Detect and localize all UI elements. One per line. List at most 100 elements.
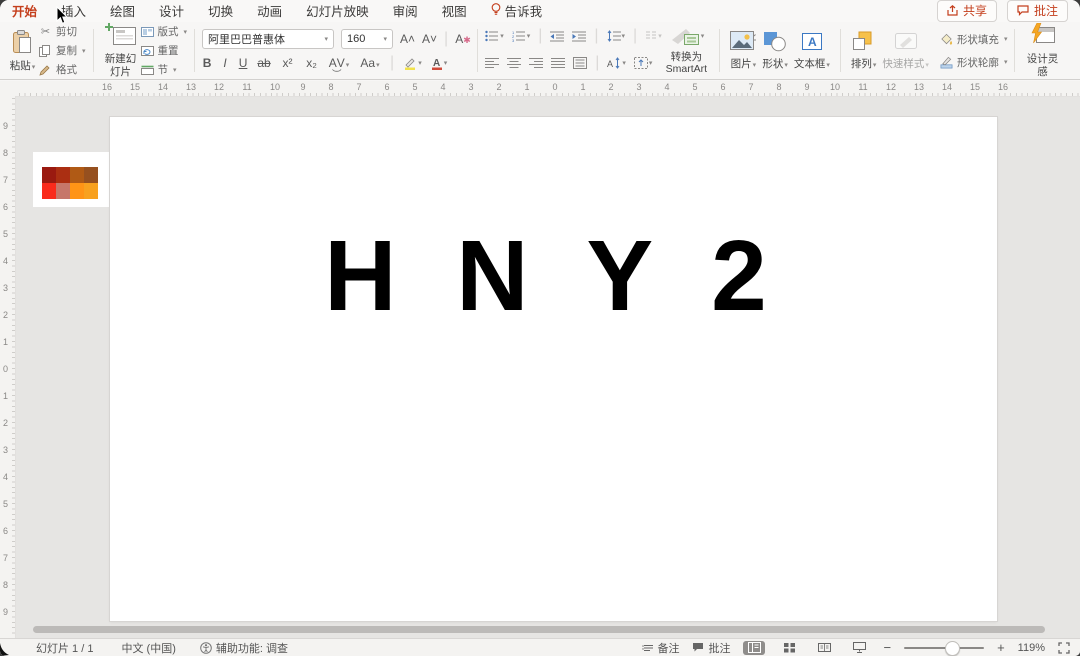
increase-indent-button[interactable] xyxy=(572,30,586,42)
decrease-indent-button[interactable] xyxy=(550,30,564,42)
section-button[interactable]: 节▾ xyxy=(141,62,188,77)
change-case-button[interactable]: Aa▾ xyxy=(359,56,381,70)
vruler-number: 7 xyxy=(3,553,8,563)
highlight-color-button[interactable]: ▾ xyxy=(403,57,422,70)
zoom-out-button[interactable]: − xyxy=(883,640,891,655)
textbox-button[interactable]: A 文本框▾ xyxy=(791,29,833,71)
picture-label: 图片 xyxy=(731,58,752,70)
tab-label: 动画 xyxy=(257,1,282,20)
tab-slideshow[interactable]: 幻灯片放映 xyxy=(306,0,369,24)
hruler-number: 13 xyxy=(914,82,924,92)
shapes-icon xyxy=(763,31,787,55)
accessibility-status[interactable]: 辅助功能: 调查 xyxy=(200,640,288,656)
ribbon: 粘贴▾ ✂ 剪切 复制▾ 格式 xyxy=(0,22,1080,80)
vruler-number: 6 xyxy=(3,526,8,536)
increase-font-size-button[interactable]: A˄ xyxy=(400,32,415,46)
italic-button[interactable]: I xyxy=(221,56,229,70)
tab-transitions[interactable]: 切换 xyxy=(208,0,233,24)
shapes-button[interactable]: 形状▾ xyxy=(759,29,791,71)
strikethrough-button[interactable]: ab xyxy=(257,56,271,70)
zoom-slider[interactable] xyxy=(904,647,984,649)
vruler-number: 9 xyxy=(3,607,8,617)
new-slide-button[interactable]: 新建幻灯片 xyxy=(101,21,141,79)
vruler-number: 3 xyxy=(3,445,8,455)
tab-draw[interactable]: 绘图 xyxy=(110,0,135,24)
convert-to-smartart-label[interactable]: 转换为 SmartArt xyxy=(660,51,712,75)
tab-review[interactable]: 审阅 xyxy=(393,0,418,24)
font-color-button[interactable]: A ▾ xyxy=(431,57,448,70)
language-indicator[interactable]: 中文 (中国) xyxy=(121,640,175,656)
align-left-button[interactable] xyxy=(485,57,499,69)
arrange-button[interactable]: 排列▾ xyxy=(848,29,880,71)
shape-fill-icon xyxy=(940,33,953,46)
offslide-image[interactable] xyxy=(33,152,110,207)
horizontal-scrollbar[interactable] xyxy=(33,626,1045,633)
palette-swatch xyxy=(70,167,84,183)
zoom-slider-knob[interactable] xyxy=(945,641,960,656)
tab-animations[interactable]: 动画 xyxy=(257,0,282,24)
columns-button[interactable]: ▾ xyxy=(645,30,662,42)
justify-button[interactable] xyxy=(551,57,565,69)
comments-button[interactable]: 批注 xyxy=(1007,0,1068,22)
picture-button[interactable]: 图片▾ xyxy=(727,29,759,71)
distribute-text-button[interactable] xyxy=(573,57,587,69)
vruler-number: 5 xyxy=(3,499,8,509)
decrease-font-size-button[interactable]: A˅ xyxy=(422,32,437,46)
bullets-button[interactable]: ▾ xyxy=(485,30,504,42)
tab-tell-me[interactable]: 告诉我 xyxy=(491,0,543,24)
numbering-button[interactable]: 123▾ xyxy=(512,30,531,42)
design-ideas-button[interactable]: 设计灵感 xyxy=(1022,21,1062,79)
hruler-number: 10 xyxy=(830,82,840,92)
hruler-number: 14 xyxy=(158,82,168,92)
hruler-number: 8 xyxy=(328,82,333,92)
font-size-select[interactable]: 160▾ xyxy=(341,29,393,49)
fit-to-window-icon[interactable] xyxy=(1058,642,1070,654)
tab-label: 开始 xyxy=(12,1,37,20)
svg-text:3: 3 xyxy=(512,38,515,42)
line-spacing-button[interactable]: ▾ xyxy=(607,30,626,42)
align-center-button[interactable] xyxy=(507,57,521,69)
text-direction-button[interactable]: A▾ xyxy=(607,57,626,69)
comments-toggle-button[interactable]: 批注 xyxy=(692,640,730,656)
font-name-value: 阿里巴巴普惠体 xyxy=(208,31,285,47)
slide-title-text[interactable]: H N Y 2 xyxy=(110,221,997,331)
paste-button[interactable]: 粘贴▾ xyxy=(6,27,39,74)
tab-view[interactable]: 视图 xyxy=(442,0,467,24)
share-button[interactable]: 共享 xyxy=(937,0,997,22)
underline-button[interactable]: U xyxy=(238,56,248,70)
quick-styles-label: 快速样式 xyxy=(882,58,924,70)
shape-outline-button[interactable]: 形状轮廓▾ xyxy=(940,55,1008,70)
reset-button[interactable]: 重置 xyxy=(141,43,188,58)
superscript-button[interactable]: x² xyxy=(280,56,295,70)
tab-design[interactable]: 设计 xyxy=(159,0,184,24)
mouse-cursor xyxy=(56,6,69,30)
hruler-number: 6 xyxy=(384,82,389,92)
vruler-number: 6 xyxy=(3,202,8,212)
reading-view-button[interactable] xyxy=(813,641,835,655)
smartart-graphic-icon[interactable]: ▾ xyxy=(670,26,705,46)
shape-fill-button[interactable]: 形状填充▾ xyxy=(940,32,1008,47)
slide-canvas[interactable]: H N Y 2 xyxy=(110,117,997,621)
copy-icon xyxy=(39,45,52,57)
align-right-button[interactable] xyxy=(529,57,543,69)
align-text-button[interactable]: ▾ xyxy=(634,57,653,69)
tab-label: 设计 xyxy=(159,1,184,20)
quick-styles-button[interactable]: 快速样式▾ xyxy=(879,29,932,71)
bold-button[interactable]: B xyxy=(202,56,212,70)
subscript-button[interactable]: x₂ xyxy=(304,56,319,70)
slide-sorter-view-button[interactable] xyxy=(778,641,800,655)
format-painter-button[interactable]: 格式 xyxy=(39,62,86,77)
zoom-in-button[interactable]: + xyxy=(997,640,1005,655)
tab-home[interactable]: 开始 xyxy=(12,0,37,24)
normal-view-button[interactable] xyxy=(743,641,765,655)
character-spacing-button[interactable]: A͜V▾ xyxy=(328,56,350,70)
hruler-number: 12 xyxy=(886,82,896,92)
layout-button[interactable]: 版式▾ xyxy=(141,24,188,39)
vruler-number: 8 xyxy=(3,580,8,590)
notes-button[interactable]: 备注 xyxy=(641,640,679,656)
font-name-select[interactable]: 阿里巴巴普惠体▾ xyxy=(202,29,334,49)
clipboard-group: 粘贴▾ ✂ 剪切 复制▾ 格式 xyxy=(2,24,90,77)
clear-formatting-button[interactable]: A✱ xyxy=(455,32,470,46)
copy-button[interactable]: 复制▾ xyxy=(39,43,86,58)
slideshow-view-button[interactable] xyxy=(848,641,870,655)
